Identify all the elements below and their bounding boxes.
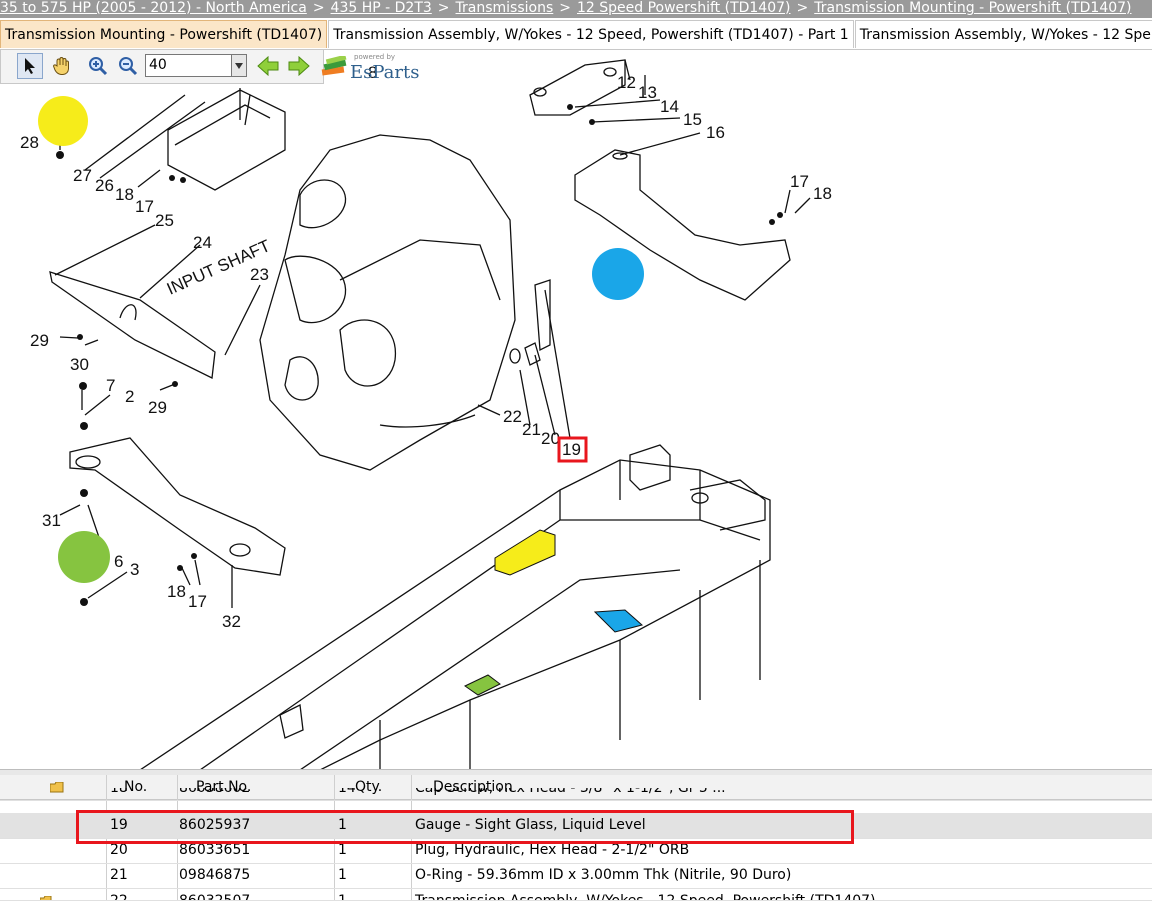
cell-description: Plug, Hydraulic, Hex Head - 2-1/2" ORB: [415, 842, 690, 858]
callout-25[interactable]: 25: [155, 211, 174, 230]
callout-3[interactable]: 3: [130, 560, 139, 579]
arrow-right-icon: [288, 56, 310, 76]
cell-no: 18: [110, 788, 128, 796]
arrow-left-icon: [257, 56, 279, 76]
cell-part-no: 86033651: [179, 842, 251, 858]
callout-7[interactable]: 7: [106, 376, 115, 395]
tab-transmission-assembly-part1[interactable]: Transmission Assembly, W/Yokes - 12 Spee…: [328, 20, 854, 48]
callout-17-lower[interactable]: 17: [188, 592, 207, 611]
breadcrumb-separator: >: [437, 0, 450, 16]
logo-books-icon: [321, 56, 347, 76]
zoom-out-icon: [119, 57, 138, 76]
green-marker: [58, 531, 110, 583]
yellow-marker: [38, 96, 88, 146]
breadcrumb: 35 to 575 HP (2005 - 2012) - North Ameri…: [0, 0, 1152, 18]
callout-27[interactable]: 27: [73, 166, 92, 185]
breadcrumb-separator: >: [559, 0, 571, 16]
chevron-down-icon: [235, 63, 243, 69]
pointer-tool-button[interactable]: [17, 53, 43, 79]
cell-part-no: 09846875: [179, 867, 251, 883]
callout-18-right[interactable]: 18: [813, 184, 832, 203]
callout-19[interactable]: 19: [562, 440, 581, 459]
logo-text: EsParts: [350, 62, 420, 83]
diagram-toolbar: 40: [0, 49, 324, 84]
callout-30[interactable]: 30: [70, 355, 89, 374]
callout-12[interactable]: 12: [617, 73, 636, 92]
zoom-in-icon: [89, 57, 108, 76]
logo-powered-by: powered by: [354, 53, 396, 61]
cell-description: Cap Screw, Hex Head - 3/8" x 1-1/2", Gr …: [415, 788, 726, 796]
blue-marker: [592, 248, 644, 300]
hand-pan-icon: [52, 56, 69, 75]
parts-diagram[interactable]: 28 27 26 18 17 25 24 INPUT SHAFT 23 29 3…: [0, 49, 1152, 769]
callout-32[interactable]: 32: [222, 612, 241, 631]
table-row[interactable]: 21 09846875 1 O-Ring - 59.36mm ID x 3.00…: [0, 863, 1152, 889]
callout-13[interactable]: 13: [638, 83, 657, 102]
callout-28[interactable]: 28: [20, 133, 39, 152]
cell-no: 21: [110, 867, 128, 883]
previous-button[interactable]: [255, 53, 281, 79]
callout-23[interactable]: 23: [250, 265, 269, 284]
cell-qty: 14: [338, 788, 356, 796]
selected-row-highlight: [76, 810, 854, 844]
callout-24[interactable]: 24: [193, 233, 212, 252]
breadcrumb-item-mounting[interactable]: Transmission Mounting - Powershift (TD14…: [814, 0, 1131, 16]
table-row[interactable]: 22 86032507 1 Transmission Assembly, W/Y…: [0, 888, 1152, 901]
callout-22[interactable]: 22: [503, 407, 522, 426]
callout-29-top[interactable]: 29: [30, 331, 49, 350]
next-button[interactable]: [286, 53, 312, 79]
tab-transmission-assembly-other[interactable]: Transmission Assembly, W/Yokes - 12 Spe: [854, 20, 1152, 48]
tab-transmission-mounting[interactable]: Transmission Mounting - Powershift (TD14…: [0, 20, 328, 48]
breadcrumb-item-transmissions[interactable]: Transmissions: [456, 0, 554, 16]
callout-26[interactable]: 26: [95, 176, 114, 195]
callout-31[interactable]: 31: [42, 511, 61, 530]
cell-qty: 1: [338, 867, 347, 883]
zoom-dropdown-button[interactable]: [231, 54, 247, 77]
callout-20[interactable]: 20: [541, 429, 560, 448]
callout-15[interactable]: 15: [683, 110, 702, 129]
esparts-logo: powered by EsParts: [320, 52, 430, 83]
blue-highlighted-bracket: [593, 609, 644, 633]
cell-part-no: 86038602: [179, 788, 251, 796]
callout-29-bottom[interactable]: 29: [148, 398, 167, 417]
cell-description: O-Ring - 59.36mm ID x 3.00mm Thk (Nitril…: [415, 867, 792, 883]
zoom-out-button[interactable]: [115, 53, 141, 79]
table-row[interactable]: 18 86038602 14 Cap Screw, Hex Head - 3/8…: [0, 788, 1152, 801]
callout-21[interactable]: 21: [522, 420, 541, 439]
callout-18-lower[interactable]: 18: [167, 582, 186, 601]
cell-no: 20: [110, 842, 128, 858]
breadcrumb-separator: >: [312, 0, 325, 16]
breadcrumb-separator: >: [796, 0, 809, 16]
zoom-in-button[interactable]: [85, 53, 111, 79]
callout-2[interactable]: 2: [125, 387, 134, 406]
breadcrumb-item-powershift[interactable]: 12 Speed Powershift (TD1407): [577, 0, 791, 16]
zoom-level-input[interactable]: 40: [145, 54, 237, 77]
callout-6[interactable]: 6: [114, 552, 123, 571]
callout-17[interactable]: 17: [135, 197, 154, 216]
tab-bar: Transmission Mounting - Powershift (TD14…: [0, 20, 1152, 50]
callout-17-right[interactable]: 17: [790, 172, 809, 191]
callout-16[interactable]: 16: [706, 123, 725, 142]
breadcrumb-item-model-range[interactable]: 35 to 575 HP (2005 - 2012) - North Ameri…: [0, 0, 307, 16]
callout-18[interactable]: 18: [115, 185, 134, 204]
callout-14[interactable]: 14: [660, 97, 679, 116]
breadcrumb-item-engine[interactable]: 435 HP - D2T3: [331, 0, 432, 16]
pointer-icon: [25, 58, 35, 74]
cell-qty: 1: [338, 842, 347, 858]
yellow-highlighted-bracket: [494, 529, 556, 576]
pan-tool-button[interactable]: [49, 53, 75, 79]
green-highlighted-bracket: [464, 674, 501, 696]
